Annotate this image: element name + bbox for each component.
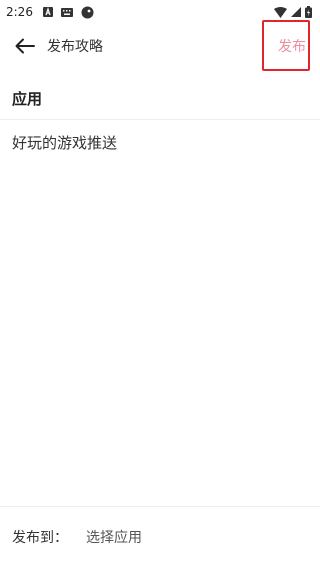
section-divider <box>0 119 320 120</box>
keyboard-icon <box>60 7 73 17</box>
status-time: 2:26 <box>6 5 33 19</box>
notification-a-icon <box>42 7 53 17</box>
publish-button[interactable]: 发布 <box>262 20 310 71</box>
game-controller-icon <box>81 6 94 19</box>
select-app-button[interactable]: 选择应用 <box>86 527 142 547</box>
top-app-bar: 发布攻略 发布 <box>0 20 320 71</box>
publish-guide-screen: 2:26 发布攻略 发布 应用 好玩的游戏推送 发布到： 选择应用 <box>0 0 320 569</box>
page-title: 发布攻略 <box>47 39 103 55</box>
app-section-heading: 应用 <box>12 90 43 108</box>
battery-icon <box>305 6 312 18</box>
status-system-icons <box>274 6 312 18</box>
publish-to-label: 发布到： <box>12 529 68 546</box>
status-notification-icons <box>42 6 94 19</box>
bottom-bar: 发布到： 选择应用 <box>0 506 320 569</box>
signal-icon <box>291 7 301 17</box>
guide-content-text[interactable]: 好玩的游戏推送 <box>12 132 117 153</box>
back-button[interactable] <box>8 29 42 63</box>
arrow-left-icon <box>15 38 35 54</box>
wifi-icon <box>274 6 287 18</box>
